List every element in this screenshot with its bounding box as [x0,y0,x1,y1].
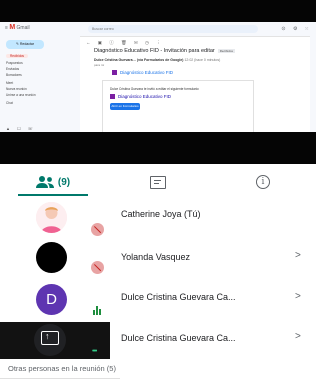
sidebar-item-sent: Enviados [6,67,20,71]
tab-chat[interactable] [105,164,210,200]
people-count: (9) [57,176,71,188]
chevron-right-icon[interactable]: > [295,250,301,261]
sidebar-item-drafts: Borradores [6,73,22,77]
gmail-header-icons: ⊙ ⚙ ⁙ [281,26,312,32]
email-recipient: para mí [94,63,105,67]
chevron-right-icon[interactable]: > [295,291,301,302]
section-divider [0,378,120,379]
gmail-window: ≡ M Gmail Buscar correo ⊙ ⚙ ⁙ ✎ Redactar… [0,22,316,132]
participant-avatar-black [36,242,67,273]
participant-name: Yolanda Vasquez [121,252,191,262]
sidebar-item-inbox: Recibidos [6,54,28,58]
email-subject: Diagnóstico Educativo FID - Invitación p… [94,48,235,54]
participant-avatar-initial: D [36,284,67,315]
meeting-tabs: (9) i [0,164,316,200]
sidebar-bottom-icons: ▲ ☐ ☏ [6,126,36,131]
chat-icon [149,175,166,189]
mic-off-icon [91,223,104,236]
people-icon [35,176,54,188]
email-card: Dulce Cristina Guevara te invitó a edita… [102,80,254,132]
gmail-search-input: Buscar correo [88,25,258,33]
participant-name: Dulce Cristina Guevara Ca... [121,292,236,302]
upload-arrow-icon: ↑ [45,331,50,341]
info-icon: i [256,175,270,189]
sidebar-item-chat: Chat [6,101,13,105]
shared-screen-view: ≡ M Gmail Buscar correo ⊙ ⚙ ⁙ ✎ Redactar… [0,0,316,164]
email-sender: Dulce Cristina Guevara… (vía Formularios… [94,58,221,62]
card-text: Dulce Cristina Guevara te invitó a edita… [110,87,200,91]
participant-row[interactable]: D Dulce Cristina Guevara Ca... > [0,282,316,324]
card-link: Diagnóstico Educativo FID [110,94,171,100]
sidebar-item-meet: Meet [6,81,14,85]
participant-name: Catherine Joya (Tú) [121,209,201,219]
participant-row[interactable]: Catherine Joya (Tú) [0,200,316,242]
form-title: Diagnóstico Educativo FID [112,70,173,76]
tab-people[interactable]: (9) [0,164,105,200]
participant-avatar-photo [36,202,67,233]
participant-name: Dulce Cristina Guevara Ca... [121,333,236,343]
others-section-header: Otras personas en la reunión (5) [8,364,116,373]
gmail-sidebar: ✎ Redactar Recibidos Pospuestos Enviados… [0,36,80,132]
chevron-right-icon[interactable]: > [295,331,301,342]
present-screen-icon [41,331,59,345]
sidebar-item-join-meeting: Unirse a una reunión [6,93,36,97]
sidebar-item-snoozed: Pospuestos [6,61,23,65]
tab-info[interactable]: i [210,164,316,200]
more-dots-icon: ••• [92,348,97,355]
sidebar-item-new-meeting: Nueva reunión [6,87,27,91]
mic-off-icon [91,261,104,274]
gmail-right-rail [310,36,316,132]
participant-row[interactable]: Yolanda Vasquez > [0,240,316,282]
message-toolbar: ← ▣ ⓘ 🗑 ✉ ◷ ⋮ [86,40,164,45]
gmail-message-view: ← ▣ ⓘ 🗑 ✉ ◷ ⋮ Diagnóstico Educativo FID … [82,36,312,132]
speaking-indicator-icon [93,306,101,315]
gmail-logo: ≡ M Gmail [5,24,30,31]
presentation-tile: ↑ ••• [0,322,110,359]
active-tab-indicator [18,194,88,196]
gmail-header: ≡ M Gmail Buscar correo ⊙ ⚙ ⁙ [0,22,316,37]
open-in-forms-button: Abrir en Formularios [110,103,140,110]
compose-button: ✎ Redactar [6,40,44,49]
